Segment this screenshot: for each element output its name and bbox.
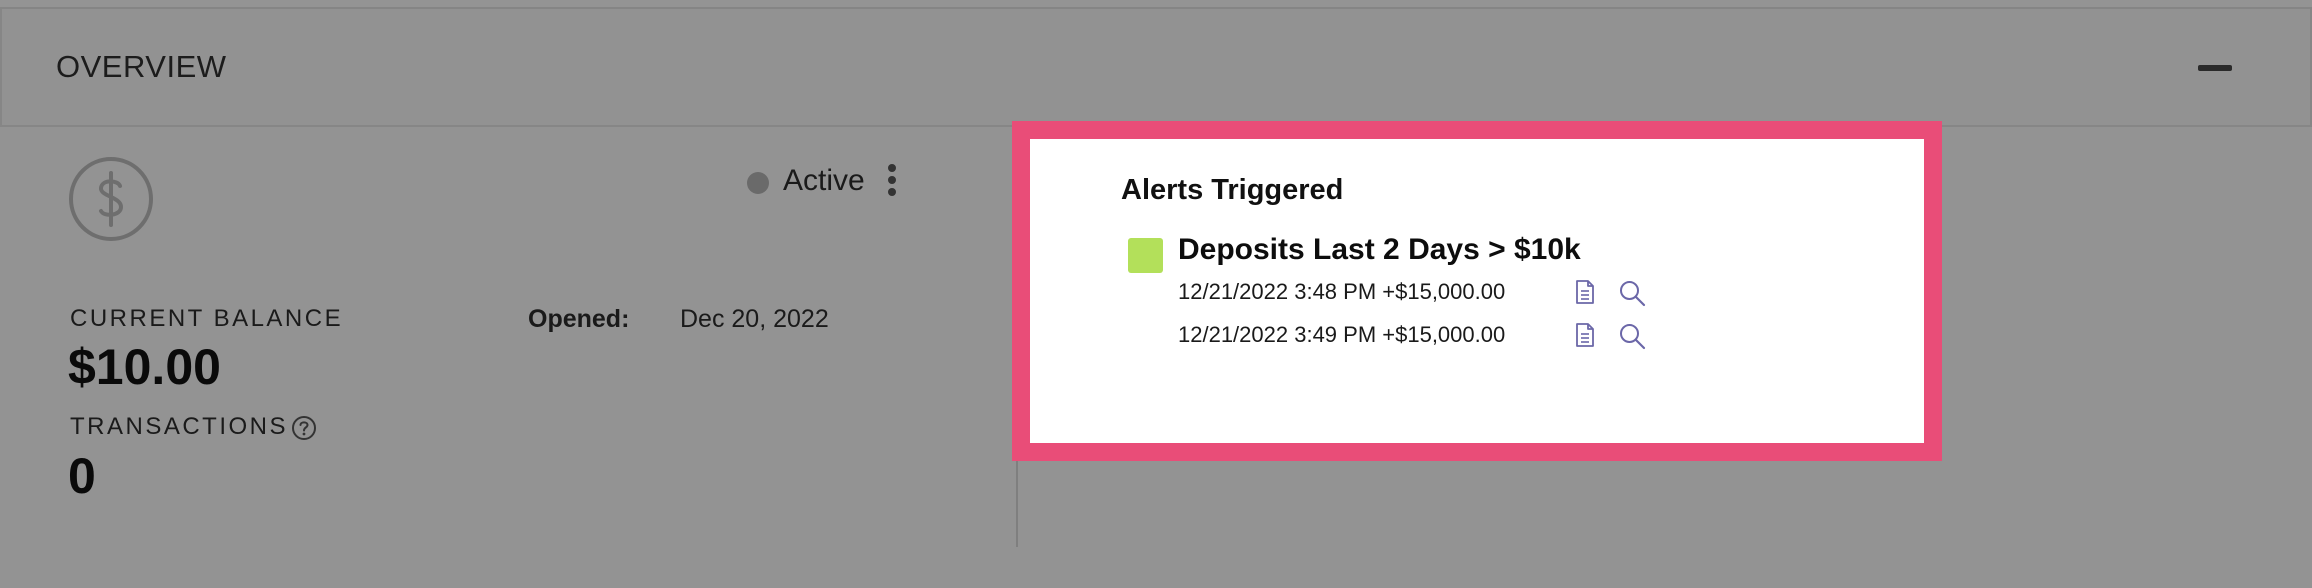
document-icon[interactable] <box>1575 279 1595 305</box>
top-border <box>0 0 2312 9</box>
alert-color-swatch <box>1128 238 1163 273</box>
collapse-button[interactable] <box>2198 65 2232 74</box>
transactions-label: TRANSACTIONS <box>70 413 289 440</box>
current-balance-value: $10.00 <box>68 339 221 395</box>
opened-label: Opened: <box>528 305 630 333</box>
status-label: Active <box>783 164 865 197</box>
search-icon[interactable] <box>1618 322 1646 350</box>
alert-entry: 12/21/2022 3:48 PM +$15,000.00 <box>1178 279 1778 309</box>
opened-value: Dec 20, 2022 <box>680 305 829 333</box>
dollar-circle-icon <box>69 157 153 241</box>
alerts-panel: Alerts Triggered Deposits Last 2 Days > … <box>1030 139 1924 443</box>
alert-entry: 12/21/2022 3:49 PM +$15,000.00 <box>1178 322 1778 352</box>
current-balance-label: CURRENT BALANCE <box>70 305 344 332</box>
alerts-highlight: Alerts Triggered Deposits Last 2 Days > … <box>1012 121 1942 461</box>
alert-name[interactable]: Deposits Last 2 Days > $10k <box>1178 233 1581 267</box>
status-dot <box>747 172 769 194</box>
alerts-title: Alerts Triggered <box>1121 174 1344 206</box>
help-icon[interactable] <box>291 415 317 441</box>
more-vertical-icon[interactable] <box>880 162 904 198</box>
alert-entry-text: 12/21/2022 3:49 PM +$15,000.00 <box>1178 322 1506 347</box>
alert-entry-text: 12/21/2022 3:48 PM +$15,000.00 <box>1178 279 1506 304</box>
transactions-value: 0 <box>68 448 96 504</box>
minus-icon <box>2198 65 2232 71</box>
page-title: OVERVIEW <box>56 49 227 84</box>
search-icon[interactable] <box>1618 279 1646 307</box>
document-icon[interactable] <box>1575 322 1595 348</box>
overview-header: OVERVIEW <box>0 9 2312 127</box>
